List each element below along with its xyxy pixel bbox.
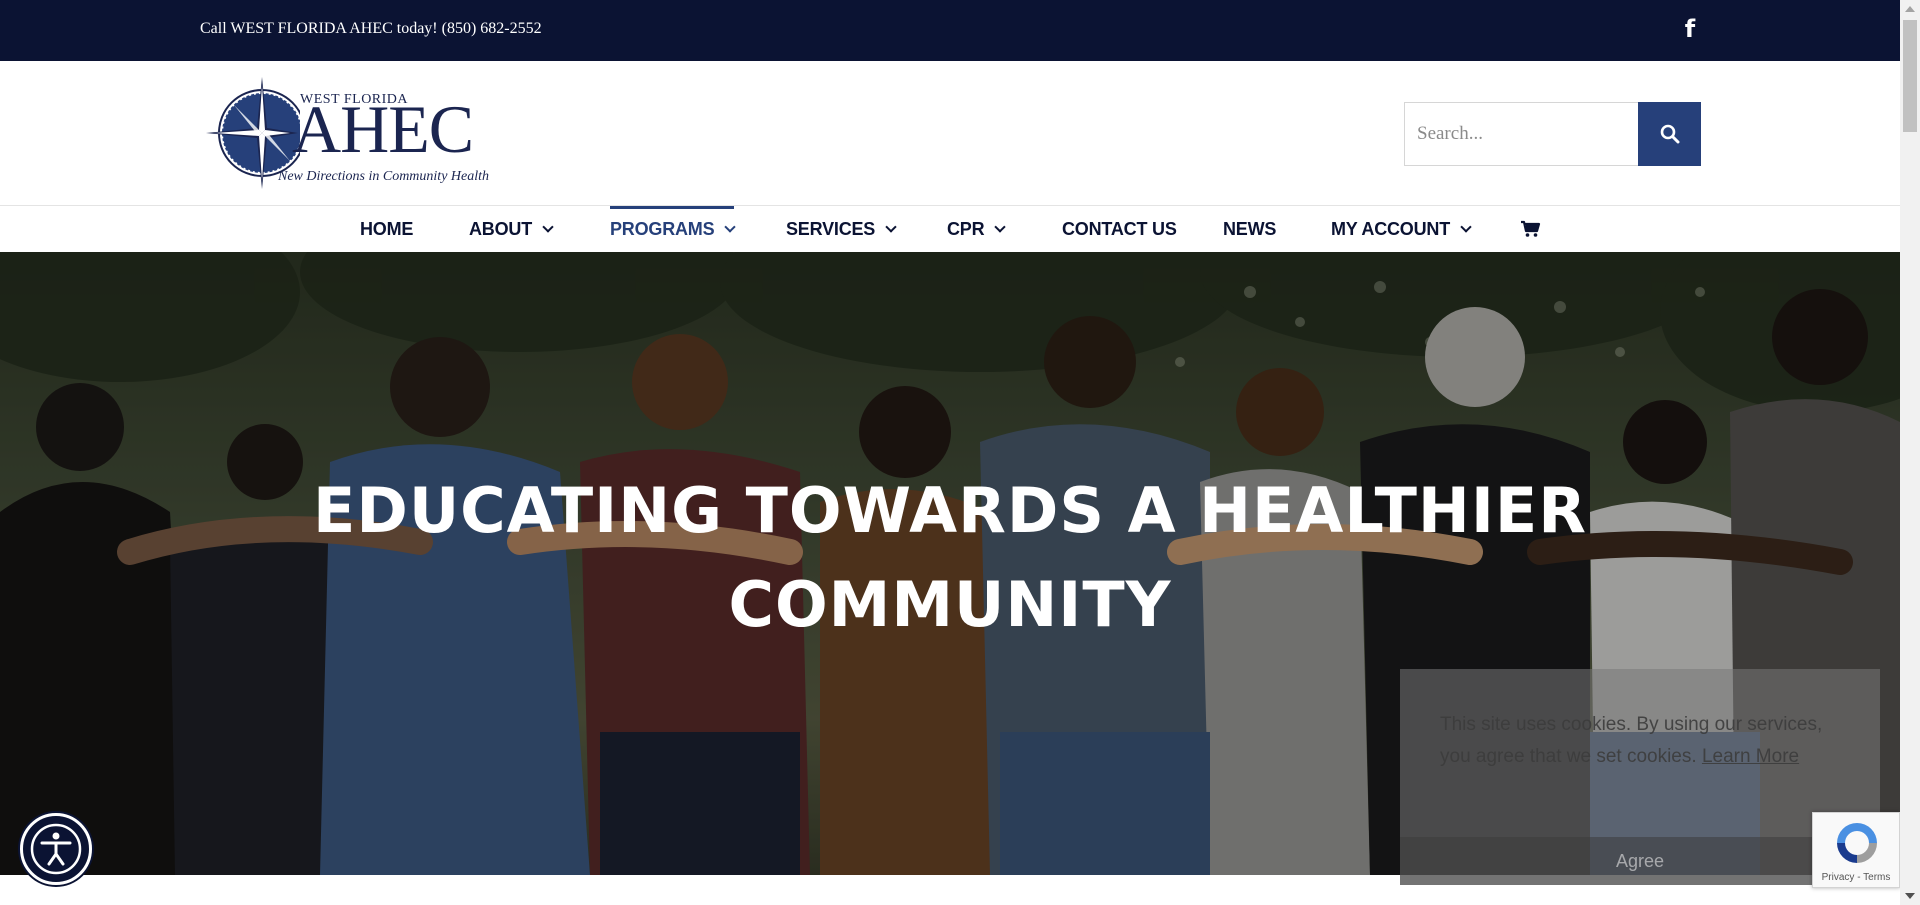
nav-item-home[interactable]: HOME xyxy=(360,206,413,252)
hero-title-line-2: COMMUNITY xyxy=(728,568,1172,641)
search-icon xyxy=(1660,124,1679,144)
nav-item-news[interactable]: NEWS xyxy=(1223,206,1276,252)
search-form xyxy=(1404,102,1701,166)
logo-wordmark: AHEC xyxy=(292,91,474,167)
nav-item-label: PROGRAMS xyxy=(610,218,715,239)
cart-icon xyxy=(1521,220,1541,237)
nav-item-about[interactable]: ABOUT xyxy=(469,206,554,252)
site-logo[interactable]: WEST FLORIDA AHEC New Directions in Comm… xyxy=(200,75,512,193)
nav-item-contact-us[interactable]: CONTACT US xyxy=(1062,206,1177,252)
accessibility-button[interactable] xyxy=(20,813,92,885)
chevron-down-icon xyxy=(724,220,737,233)
scroll-down-icon[interactable] xyxy=(1905,893,1915,899)
search-input[interactable] xyxy=(1404,102,1638,166)
nav-item-programs[interactable]: PROGRAMS xyxy=(610,206,737,252)
top-bar: Call WEST FLORIDA AHEC today! (850) 682-… xyxy=(0,0,1900,61)
chevron-down-icon xyxy=(885,220,897,233)
site-header: WEST FLORIDA AHEC New Directions in Comm… xyxy=(0,61,1900,206)
scroll-up-icon[interactable] xyxy=(1905,6,1915,12)
chevron-down-icon xyxy=(1460,220,1472,233)
nav-item-label: MY ACCOUNT xyxy=(1331,218,1450,239)
cookie-text-block: This site uses cookies. By using our ser… xyxy=(1440,709,1840,773)
nav-item-label: SERVICES xyxy=(786,218,876,239)
nav-item-label: NEWS xyxy=(1223,218,1277,239)
call-text: Call WEST FLORIDA AHEC today! (850) 682-… xyxy=(200,20,542,37)
nav-item-my-account[interactable]: MY ACCOUNT xyxy=(1331,206,1472,252)
nav-item-cpr[interactable]: CPR xyxy=(947,206,1007,252)
search-button[interactable] xyxy=(1638,102,1701,166)
recaptcha-links[interactable]: Privacy - Terms xyxy=(1813,872,1899,883)
page-scrollbar[interactable] xyxy=(1900,0,1920,905)
hero-title-line-1: EDUCATING TOWARDS A HEALTHIER xyxy=(313,474,1587,547)
nav-item-label: CONTACT US xyxy=(1062,218,1177,239)
cookie-notice: This site uses cookies. By using our ser… xyxy=(1400,669,1880,885)
logo-tagline: New Directions in Community Health xyxy=(278,169,490,184)
facebook-icon[interactable]: f xyxy=(1680,14,1700,44)
main-nav: HOME ABOUT PROGRAMS SERVICES CPR CONTACT… xyxy=(0,206,1900,252)
nav-item-cart[interactable] xyxy=(1521,206,1541,252)
recaptcha-icon xyxy=(1837,823,1877,863)
scrollbar-thumb[interactable] xyxy=(1903,20,1917,132)
hero-title: EDUCATING TOWARDS A HEALTHIER COMMUNITY xyxy=(0,464,1900,652)
learn-more-link[interactable]: Learn More xyxy=(1702,746,1799,767)
chevron-down-icon xyxy=(542,220,554,233)
nav-item-label: CPR xyxy=(947,218,985,239)
accessibility-icon xyxy=(30,823,82,875)
nav-item-label: ABOUT xyxy=(469,218,532,239)
nav-item-services[interactable]: SERVICES xyxy=(786,206,897,252)
chevron-down-icon xyxy=(994,220,1007,233)
nav-item-label: HOME xyxy=(360,218,414,239)
recaptcha-badge[interactable]: Privacy - Terms xyxy=(1812,812,1900,888)
agree-button[interactable]: Agree xyxy=(1400,837,1880,885)
